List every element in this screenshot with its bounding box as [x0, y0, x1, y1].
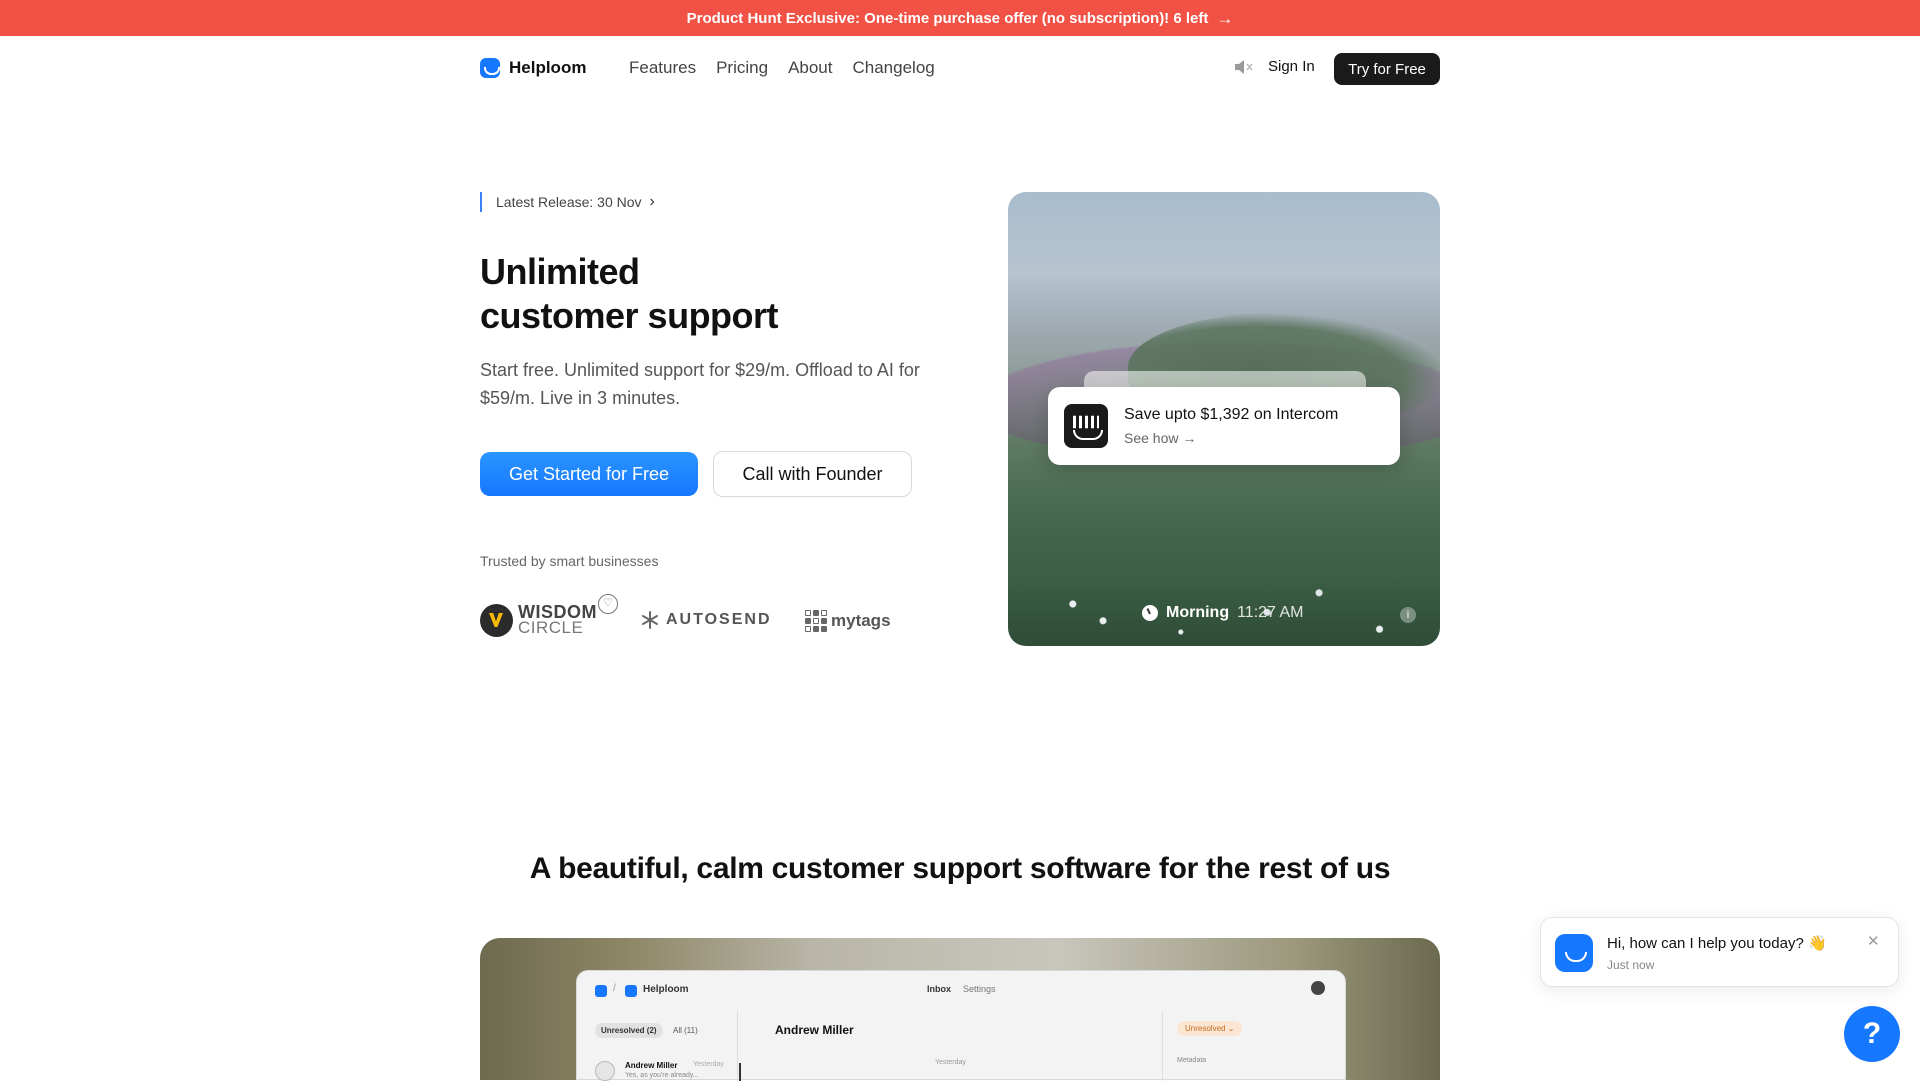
speaker-muted-icon[interactable]	[1232, 56, 1254, 78]
latest-release-text: Latest Release: 30 Nov	[496, 194, 642, 210]
app-row-time: Yesterday	[693, 1061, 724, 1068]
app-preview-window: / Helploom Inbox Settings Unresolved (2)…	[576, 970, 1346, 1081]
trusted-label: Trusted by smart businesses	[480, 553, 659, 569]
call-with-founder-button[interactable]: Call with Founder	[713, 451, 912, 497]
arrow-right-icon: →	[1216, 8, 1234, 28]
chat-greeting-message: Hi, how can I help you today? 👋	[1607, 935, 1827, 952]
try-for-free-button[interactable]: Try for Free	[1334, 53, 1440, 85]
mytags-logo: mytags	[805, 610, 891, 632]
heart-badge-icon: ♡	[598, 594, 618, 614]
app-logo-icon	[595, 985, 607, 997]
wisdom-circle-mark-icon	[480, 604, 513, 637]
chevron-right-icon: ›	[649, 193, 655, 210]
chat-message-time: Just now	[1607, 958, 1655, 972]
latest-release-link[interactable]: Latest Release: 30 Nov ›	[480, 192, 655, 212]
sign-in-link[interactable]: Sign In	[1268, 58, 1315, 75]
wisdom-logo-line2: CIRCLE	[518, 618, 584, 637]
nav-link-pricing[interactable]: Pricing	[716, 58, 768, 78]
autosend-logo-text: AUTOSEND	[666, 611, 772, 628]
scene-time-of-day: Morning	[1166, 604, 1230, 621]
promo-banner[interactable]: Product Hunt Exclusive: One-time purchas…	[0, 0, 1920, 36]
hero-title: Unlimited customer support	[480, 250, 940, 338]
nav-link-features[interactable]: Features	[629, 58, 696, 78]
nav-link-about[interactable]: About	[788, 58, 832, 78]
hero-title-line1: Unlimited	[480, 251, 640, 292]
hero-title-line2: customer support	[480, 295, 779, 336]
scene-time: 11:27 AM	[1237, 604, 1304, 621]
promo-card-title: Save upto $1,392 on Intercom	[1124, 406, 1339, 423]
app-conversation-name: Andrew Miller	[775, 1023, 854, 1037]
chat-bot-avatar-icon	[1555, 934, 1593, 972]
app-row-snippet: Yes, as you're already...	[625, 1072, 699, 1079]
app-metadata-label: Metadata	[1177, 1057, 1207, 1064]
help-chat-button[interactable]: ?	[1844, 1006, 1900, 1062]
app-text-cursor	[739, 1063, 741, 1081]
nav-links: Features Pricing About Changelog	[629, 58, 935, 78]
asterisk-icon	[642, 611, 658, 629]
close-icon[interactable]: ✕	[1867, 932, 1880, 950]
intercom-savings-card[interactable]: Save upto $1,392 on Intercom See how →	[1048, 387, 1400, 465]
intercom-logo-icon	[1064, 404, 1108, 448]
section-heading: A beautiful, calm customer support softw…	[529, 852, 1391, 885]
app-preview-topbar: / Helploom Inbox Settings	[577, 971, 1345, 1007]
brand-logo-link[interactable]: Helploom	[480, 58, 586, 78]
app-row-name: Andrew Miller	[625, 1061, 678, 1070]
app-workspace-icon	[625, 985, 637, 997]
hero-subtitle: Start free. Unlimited support for $29/m.…	[480, 360, 920, 408]
mytags-logo-text: mytags	[831, 611, 891, 630]
brand-name: Helploom	[509, 58, 587, 77]
scene-caption: Morning 11:27 AM	[1142, 604, 1304, 622]
app-divider-right	[1162, 1011, 1163, 1081]
chat-greeting-popup[interactable]: Hi, how can I help you today? 👋 Just now…	[1540, 917, 1899, 987]
app-breadcrumb-separator: /	[613, 983, 616, 994]
wisdom-circle-logo: WISDOM CIRCLE ♡	[480, 594, 618, 642]
app-tab-unresolved: Unresolved (2)	[595, 1023, 663, 1038]
app-tab-all: All (11)	[673, 1026, 698, 1035]
nav-link-changelog[interactable]: Changelog	[853, 58, 935, 78]
app-workspace-name: Helploom	[643, 984, 689, 995]
app-day-label: Yesterday	[935, 1059, 966, 1066]
see-how-link[interactable]: See how →	[1124, 430, 1196, 446]
app-nav-inbox: Inbox	[927, 984, 951, 994]
navbar: Helploom Features Pricing About Changelo…	[0, 36, 1920, 100]
app-divider-left	[737, 1011, 738, 1081]
promo-banner-text: Product Hunt Exclusive: One-time purchas…	[686, 9, 1209, 27]
app-avatar	[1311, 981, 1325, 995]
get-started-button[interactable]: Get Started for Free	[480, 452, 698, 496]
scene-flowers	[1008, 506, 1440, 646]
autosend-logo: AUTOSEND	[640, 610, 772, 630]
app-status-badge: Unresolved ⌄	[1177, 1021, 1243, 1036]
customer-logos: WISDOM CIRCLE ♡ AUTOSEND mytags	[480, 594, 910, 644]
clock-icon	[1142, 605, 1158, 621]
app-nav-settings: Settings	[963, 984, 996, 994]
app-row-avatar	[595, 1061, 615, 1081]
helploom-logo-icon	[480, 58, 500, 78]
info-icon[interactable]: i	[1400, 607, 1416, 623]
qr-code-icon	[805, 610, 827, 632]
promo-card-stack	[1084, 371, 1366, 387]
